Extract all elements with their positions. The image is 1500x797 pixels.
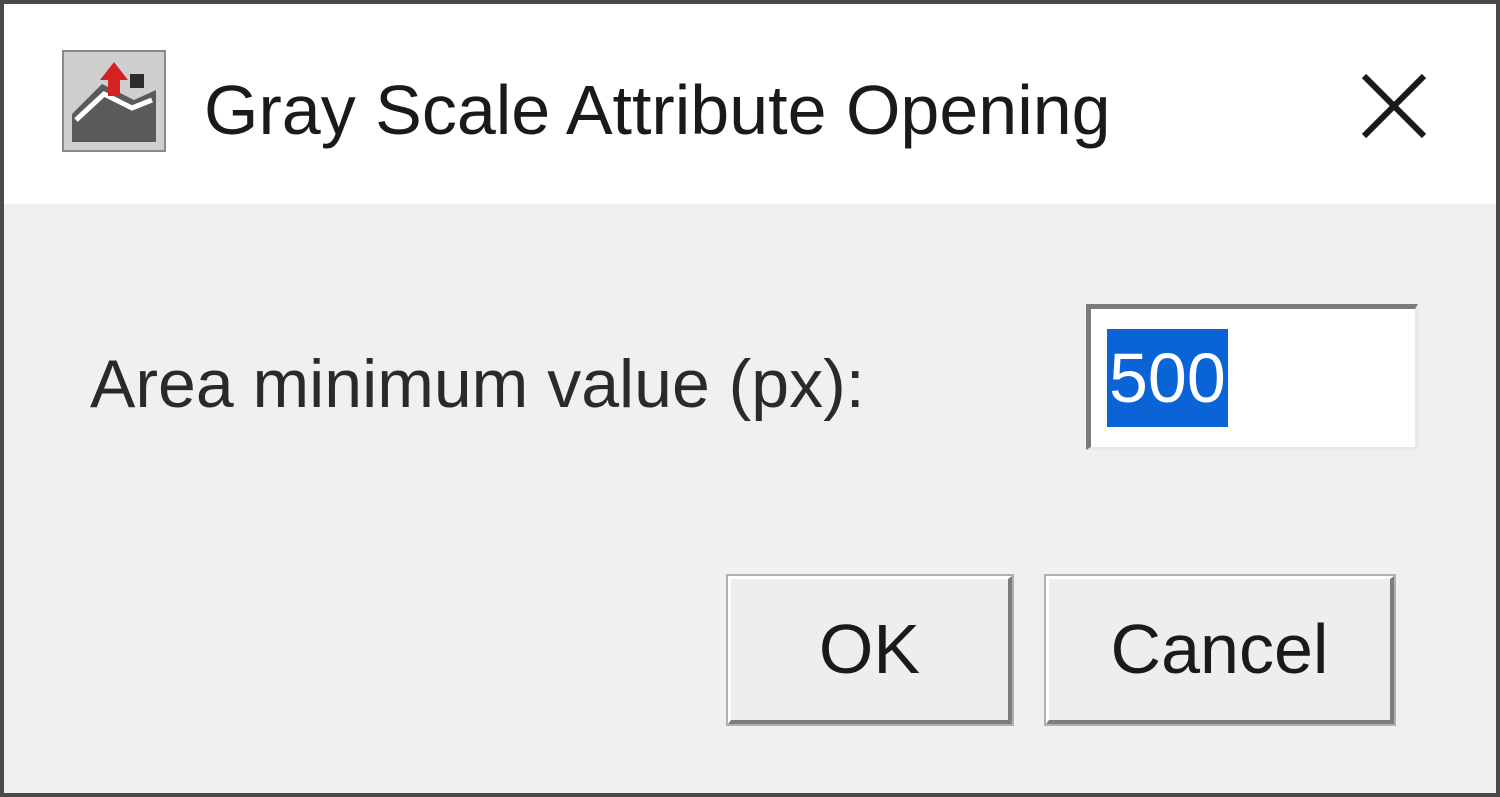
area-minimum-value: 500 <box>1107 329 1228 427</box>
dialog-title: Gray Scale Attribute Opening <box>204 71 1111 149</box>
close-button[interactable] <box>1344 54 1444 154</box>
cancel-button[interactable]: Cancel <box>1044 574 1396 726</box>
area-minimum-input[interactable]: 500 <box>1086 304 1418 450</box>
title-bar[interactable]: Gray Scale Attribute Opening <box>4 4 1496 204</box>
ok-button[interactable]: OK <box>726 574 1014 726</box>
dialog-window: Gray Scale Attribute Opening Area minimu… <box>0 0 1500 797</box>
app-icon <box>62 50 166 152</box>
close-icon <box>1361 73 1427 139</box>
area-minimum-label: Area minimum value (px): <box>90 346 865 422</box>
